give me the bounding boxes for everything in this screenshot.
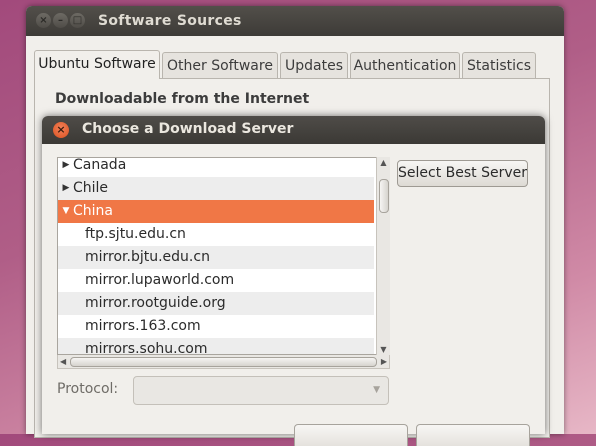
- mirror-row[interactable]: mirror.lupaworld.com: [58, 269, 374, 292]
- protocol-label: Protocol:: [57, 381, 119, 397]
- server-row-label: Chile: [73, 180, 109, 196]
- mirror-row[interactable]: mirrors.sohu.com: [58, 338, 374, 355]
- maximize-window-button[interactable]: □: [70, 13, 85, 28]
- mirror-row[interactable]: mirror.rootguide.org: [58, 292, 374, 315]
- window-title: Software Sources: [98, 13, 242, 29]
- expander-icon[interactable]: ▼: [60, 200, 72, 223]
- mirror-row-label: mirror.lupaworld.com: [85, 272, 235, 288]
- close-icon: ×: [39, 15, 48, 26]
- maximize-icon: □: [72, 15, 83, 26]
- tab-ubuntu-software[interactable]: Ubuntu Software: [34, 50, 160, 79]
- server-row-chile[interactable]: ▶ Chile: [58, 177, 374, 200]
- server-row-label: China: [73, 203, 113, 219]
- scroll-left-arrow-icon[interactable]: ◀: [60, 355, 66, 368]
- tab-updates[interactable]: Updates: [280, 52, 348, 78]
- mirror-row-label: mirrors.sohu.com: [85, 341, 208, 355]
- dialog-titlebar[interactable]: × Choose a Download Server: [42, 116, 545, 144]
- dialog-choose-server-button[interactable]: [416, 424, 530, 446]
- mirror-row-label: ftp.sjtu.edu.cn: [85, 226, 186, 242]
- expander-icon[interactable]: ▶: [60, 177, 72, 200]
- mirror-row[interactable]: mirrors.163.com: [58, 315, 374, 338]
- mirror-row-label: mirror.rootguide.org: [85, 295, 226, 311]
- dialog-title: Choose a Download Server: [82, 121, 294, 137]
- expander-icon[interactable]: ▶: [60, 158, 72, 177]
- horizontal-scrollbar[interactable]: ◀ ▶: [57, 355, 390, 369]
- tab-statistics[interactable]: Statistics: [462, 52, 536, 78]
- window-titlebar[interactable]: × – □ Software Sources: [26, 6, 564, 36]
- mirror-row-label: mirrors.163.com: [85, 318, 201, 334]
- tab-authentication[interactable]: Authentication: [350, 52, 460, 78]
- scroll-up-arrow-icon[interactable]: ▲: [377, 158, 390, 167]
- mirror-row-label: mirror.bjtu.edu.cn: [85, 249, 210, 265]
- minimize-icon: –: [58, 15, 63, 26]
- mirror-row[interactable]: mirror.bjtu.edu.cn: [58, 246, 374, 269]
- server-row-china[interactable]: ▼ China: [58, 200, 374, 223]
- vertical-scrollbar[interactable]: ▲ ▼: [376, 157, 390, 355]
- close-icon: ×: [56, 123, 66, 136]
- close-window-button[interactable]: ×: [36, 13, 51, 28]
- section-heading: Downloadable from the Internet: [55, 91, 310, 107]
- scroll-right-arrow-icon[interactable]: ▶: [381, 355, 387, 368]
- chevron-down-icon[interactable]: ▼: [373, 385, 380, 395]
- scroll-down-arrow-icon[interactable]: ▼: [377, 345, 390, 354]
- tab-other-software[interactable]: Other Software: [162, 52, 278, 78]
- dialog-close-button[interactable]: ×: [53, 122, 69, 138]
- mirror-row[interactable]: ftp.sjtu.edu.cn: [58, 223, 374, 246]
- server-list: ▶ Canada ▶ Chile ▼ China ftp.sjtu.edu.cn…: [57, 157, 390, 355]
- dialog-cancel-button[interactable]: [294, 424, 408, 446]
- server-row-canada[interactable]: ▶ Canada: [58, 157, 374, 177]
- server-row-label: Canada: [73, 157, 127, 173]
- minimize-window-button[interactable]: –: [53, 13, 68, 28]
- vertical-scroll-thumb[interactable]: [379, 179, 389, 213]
- choose-server-dialog: × Choose a Download Server ▶ Canada ▶ Ch…: [42, 116, 545, 446]
- select-best-server-button[interactable]: Select Best Server: [397, 160, 528, 187]
- protocol-combo[interactable]: ▼: [133, 376, 389, 405]
- horizontal-scroll-thumb[interactable]: [70, 357, 377, 367]
